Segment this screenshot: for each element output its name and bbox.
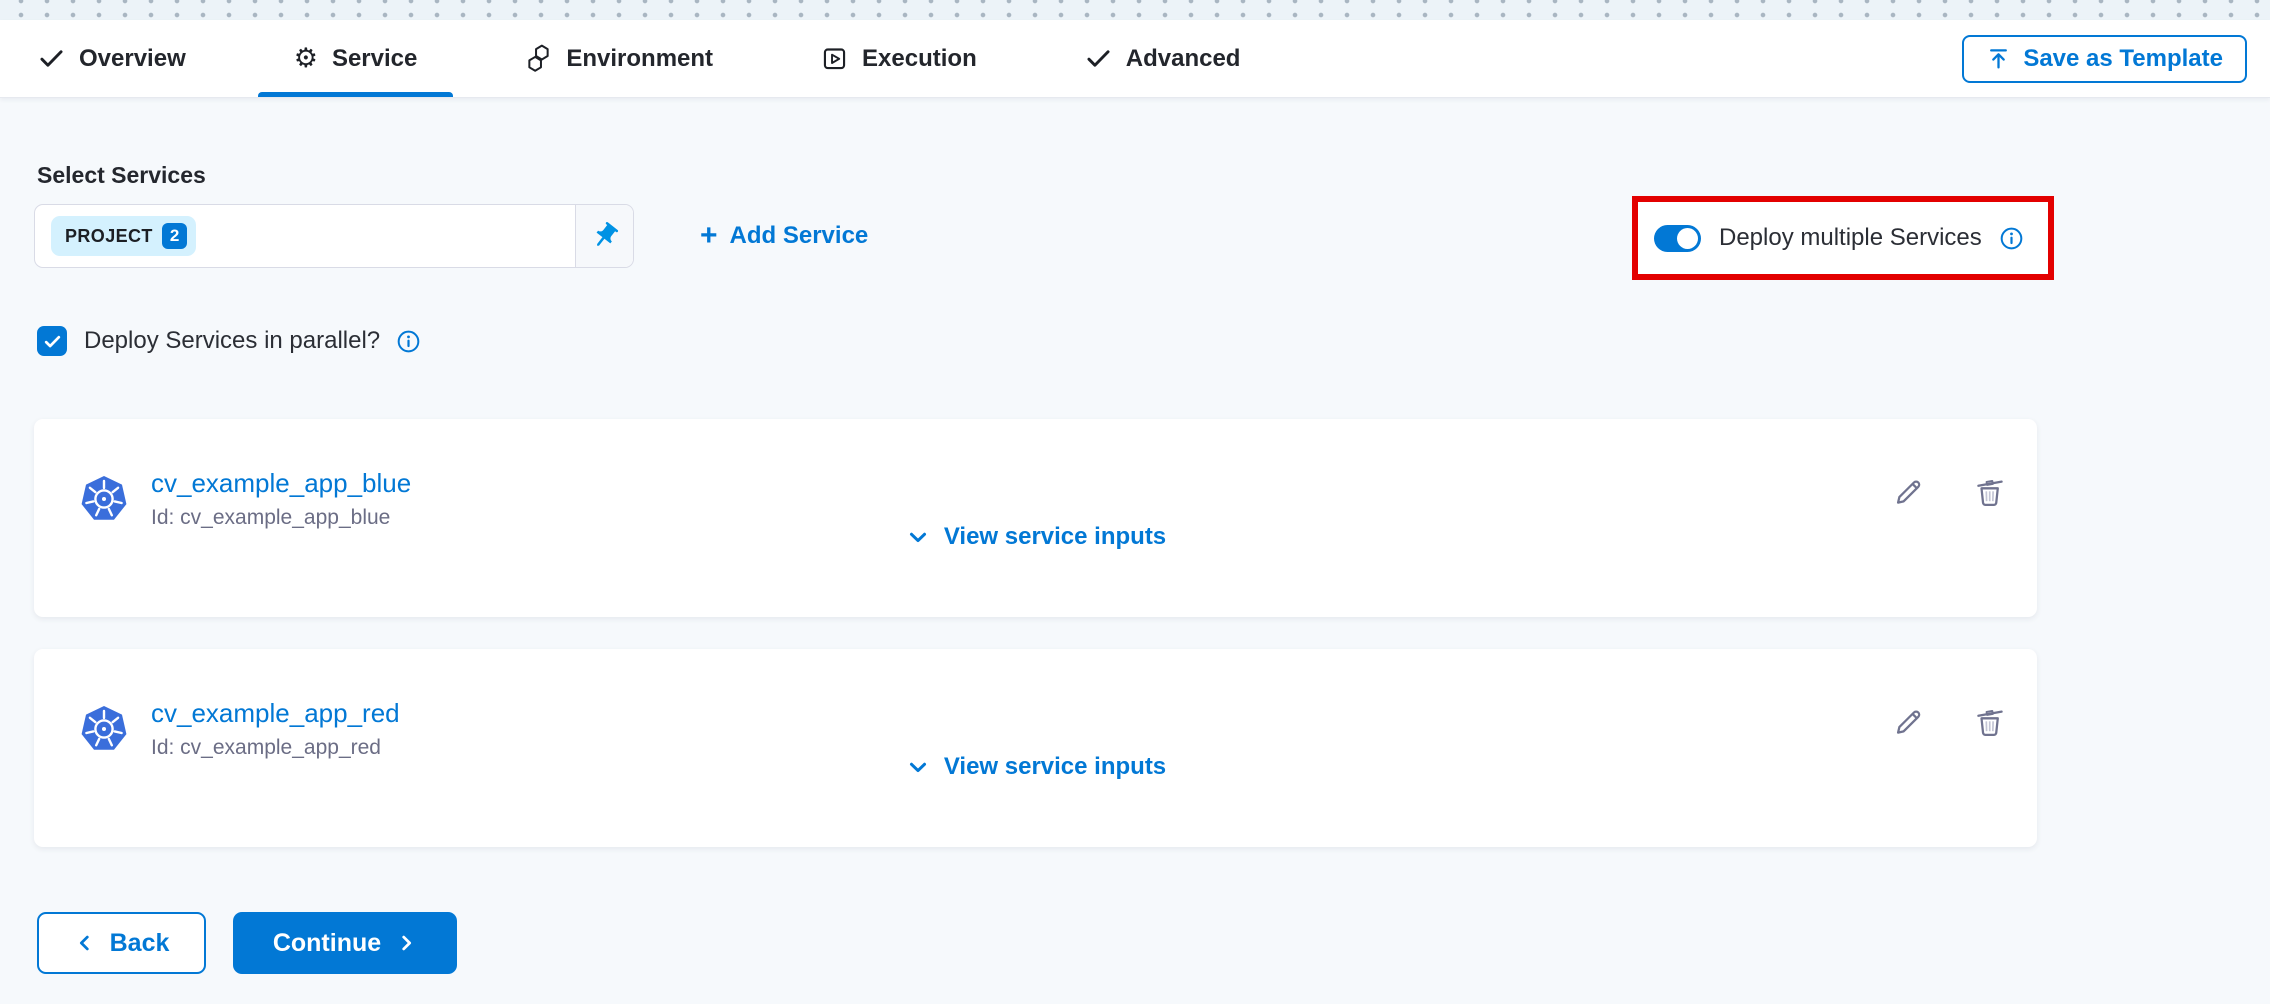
view-service-inputs-label: View service inputs (944, 523, 1166, 551)
tab-label: Execution (862, 45, 977, 73)
deploy-multiple-highlight-box: Deploy multiple Services (1632, 196, 2054, 280)
service-card-text: cv_example_app_red Id: cv_example_app_re… (151, 698, 400, 760)
hexagons-icon (525, 44, 552, 73)
check-icon (38, 45, 65, 72)
delete-service-button[interactable] (1973, 705, 2007, 739)
deploy-parallel-row: Deploy Services in parallel? (37, 326, 2270, 356)
view-service-inputs-toggle[interactable]: View service inputs (34, 753, 2037, 781)
service-card-header: cv_example_app_blue Id: cv_example_app_b… (79, 468, 411, 530)
stage-tabs: Overview ⚙ Service Environment (0, 20, 1276, 97)
kubernetes-icon (79, 474, 129, 524)
edit-service-button[interactable] (1891, 475, 1925, 509)
chevron-left-icon (74, 932, 96, 954)
add-service-button[interactable]: + Add Service (700, 221, 868, 251)
service-name-link[interactable]: cv_example_app_red (151, 698, 400, 729)
tab-service[interactable]: ⚙ Service (258, 20, 454, 97)
service-config-content: Select Services PROJECT 2 (0, 98, 2270, 1004)
chip-count-badge: 2 (162, 223, 187, 249)
footer-actions: Back Continue (37, 912, 2270, 1004)
edit-service-button[interactable] (1891, 705, 1925, 739)
stage-service-config-screen: Overview ⚙ Service Environment (0, 0, 2270, 974)
back-button[interactable]: Back (37, 912, 206, 974)
play-square-icon (821, 45, 848, 72)
pin-filter-button[interactable] (575, 205, 633, 267)
info-icon[interactable] (397, 330, 420, 353)
pin-icon (590, 221, 620, 251)
service-card: cv_example_app_blue Id: cv_example_app_b… (34, 419, 2037, 617)
services-multiselect-body[interactable]: PROJECT 2 (35, 205, 575, 267)
gear-icon: ⚙ (294, 45, 318, 72)
delete-service-button[interactable] (1973, 475, 2007, 509)
tab-label: Advanced (1126, 45, 1241, 73)
deploy-multiple-label: Deploy multiple Services (1719, 224, 1982, 252)
service-name-link[interactable]: cv_example_app_blue (151, 468, 411, 499)
save-as-template-button[interactable]: Save as Template (1962, 35, 2247, 83)
toggle-knob (1677, 228, 1698, 249)
deploy-parallel-checkbox[interactable] (37, 326, 67, 356)
tab-label: Service (332, 45, 417, 73)
tab-label: Overview (79, 45, 186, 73)
service-card-actions (1891, 705, 2007, 739)
chevron-right-icon (395, 932, 417, 954)
info-icon[interactable] (2000, 227, 2023, 250)
services-multiselect[interactable]: PROJECT 2 (34, 204, 634, 268)
chevron-down-icon (905, 524, 931, 550)
deploy-multiple-toggle[interactable] (1654, 225, 1701, 252)
upload-icon (1986, 46, 2011, 71)
back-label: Back (110, 929, 170, 958)
tab-advanced[interactable]: Advanced (1049, 20, 1277, 97)
plus-icon: + (700, 221, 718, 251)
service-card-header: cv_example_app_red Id: cv_example_app_re… (79, 698, 400, 760)
service-card: cv_example_app_red Id: cv_example_app_re… (34, 649, 2037, 847)
continue-label: Continue (273, 929, 381, 958)
continue-button[interactable]: Continue (233, 912, 457, 974)
pipeline-canvas-strip (0, 0, 2270, 20)
deploy-parallel-label: Deploy Services in parallel? (84, 327, 380, 355)
service-card-actions (1891, 475, 2007, 509)
tab-environment[interactable]: Environment (489, 20, 749, 97)
check-icon (1085, 45, 1112, 72)
chevron-down-icon (905, 754, 931, 780)
tab-label: Environment (566, 45, 713, 73)
tab-execution[interactable]: Execution (785, 20, 1013, 97)
kubernetes-icon (79, 704, 129, 754)
add-service-label: Add Service (730, 222, 869, 250)
project-scope-chip[interactable]: PROJECT 2 (51, 216, 196, 256)
view-service-inputs-label: View service inputs (944, 753, 1166, 781)
stage-tabbar: Overview ⚙ Service Environment (0, 20, 2270, 98)
select-services-label: Select Services (37, 162, 2270, 189)
view-service-inputs-toggle[interactable]: View service inputs (34, 523, 2037, 551)
service-card-text: cv_example_app_blue Id: cv_example_app_b… (151, 468, 411, 530)
save-as-template-label: Save as Template (2023, 45, 2223, 73)
tab-overview[interactable]: Overview (2, 20, 222, 97)
project-scope-chip-label: PROJECT (65, 226, 153, 247)
